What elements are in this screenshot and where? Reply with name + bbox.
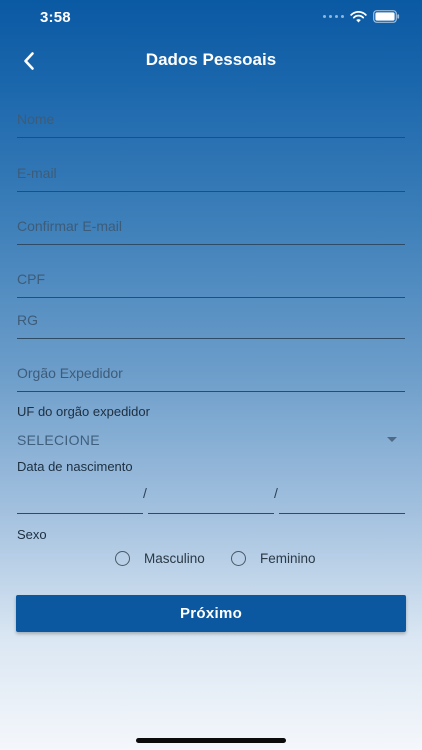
date-separator: / — [143, 485, 147, 501]
signal-icon — [323, 15, 344, 18]
birth-month-input[interactable] — [148, 480, 274, 513]
orgao-expedidor-field[interactable] — [17, 354, 405, 392]
birth-year-input[interactable] — [279, 480, 405, 513]
wifi-icon — [350, 10, 367, 22]
cpf-field[interactable] — [17, 260, 405, 298]
uf-label: UF do orgão expedidor — [17, 404, 150, 419]
birth-day-field[interactable] — [17, 480, 143, 514]
status-time: 3:58 — [40, 9, 71, 26]
sexo-label: Sexo — [17, 527, 47, 542]
radio-label-feminino: Feminino — [260, 551, 316, 566]
birth-day-input[interactable] — [17, 480, 143, 513]
email-field[interactable] — [17, 154, 405, 192]
birth-year-field[interactable] — [279, 480, 405, 514]
nome-input[interactable] — [17, 100, 405, 137]
radio-circle-icon — [231, 551, 246, 566]
radio-circle-icon — [115, 551, 130, 566]
email-input[interactable] — [17, 154, 405, 191]
radio-feminino[interactable]: Feminino — [231, 551, 316, 566]
cpf-input[interactable] — [17, 260, 405, 297]
next-button[interactable]: Próximo — [16, 595, 406, 632]
radio-masculino[interactable]: Masculino — [115, 551, 205, 566]
status-icons — [323, 10, 400, 23]
birthdate-label: Data de nascimento — [17, 459, 133, 474]
orgao-expedidor-input[interactable] — [17, 354, 405, 391]
home-indicator — [136, 738, 286, 743]
header: Dados Pessoais — [0, 36, 422, 86]
rg-input[interactable] — [17, 302, 405, 338]
confirm-email-field[interactable] — [17, 207, 405, 245]
status-bar: 3:58 — [0, 0, 422, 36]
nome-field[interactable] — [17, 100, 405, 138]
battery-icon — [373, 10, 400, 23]
radio-label-masculino: Masculino — [144, 551, 205, 566]
date-separator: / — [274, 485, 278, 501]
dropdown-arrow-icon — [387, 437, 397, 442]
page-title: Dados Pessoais — [145, 50, 277, 69]
rg-field[interactable] — [17, 302, 405, 339]
uf-select-value: SELECIONE — [17, 432, 100, 448]
confirm-email-input[interactable] — [17, 207, 405, 244]
birth-month-field[interactable] — [148, 480, 274, 514]
uf-select[interactable]: SELECIONE — [17, 426, 405, 454]
